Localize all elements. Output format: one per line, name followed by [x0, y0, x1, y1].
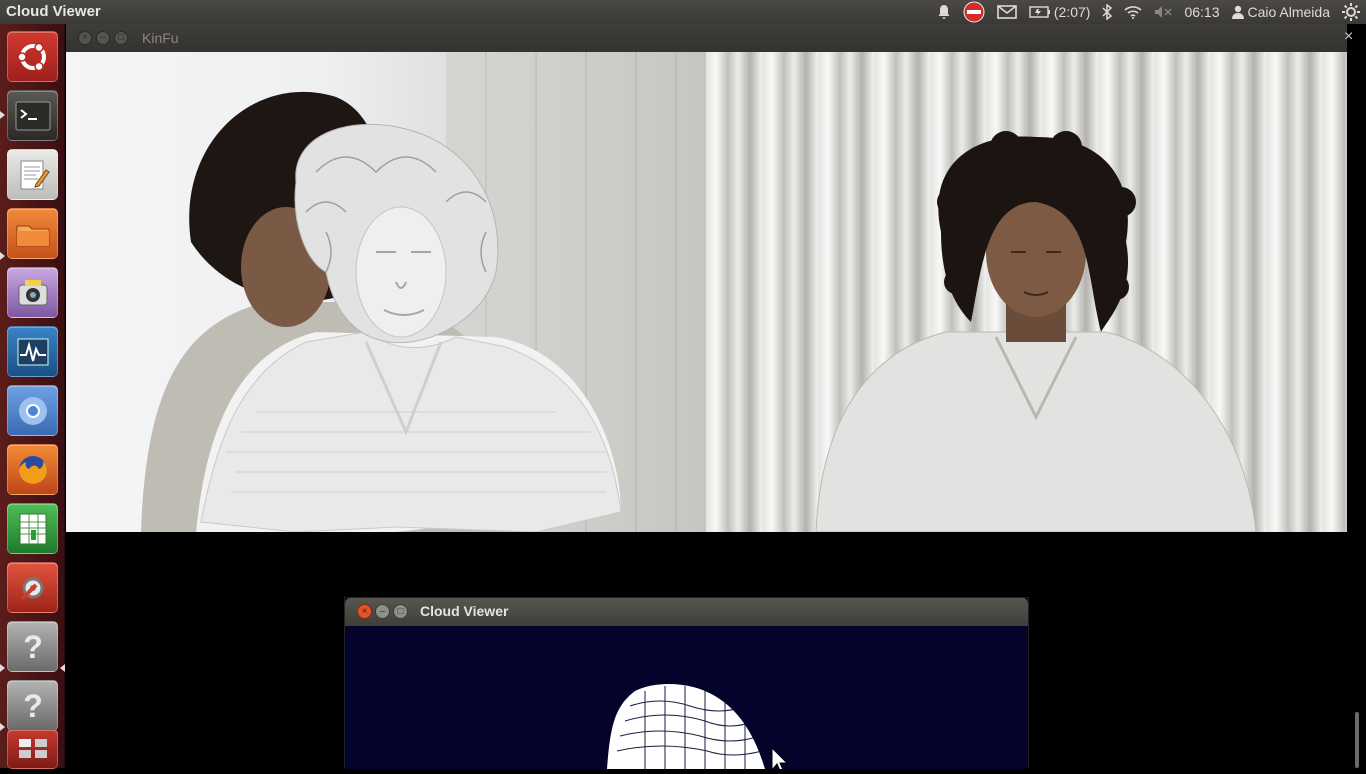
cloud-maximize-button[interactable]: □ [393, 604, 408, 619]
launcher-workspace-switcher[interactable] [7, 729, 58, 769]
kinfu-maximize-button[interactable]: □ [114, 31, 128, 45]
top-panel: Cloud Viewer (2:07) 06:13 Caio Almeida [0, 0, 1366, 24]
indicator-area: (2:07) 06:13 Caio Almeida [931, 0, 1366, 24]
terminal-icon [15, 101, 50, 130]
cloud-viewer-title: Cloud Viewer [420, 603, 509, 619]
mail-icon[interactable] [991, 0, 1023, 24]
launcher-dash-home[interactable] [7, 31, 58, 82]
question-icon: ? [23, 630, 43, 664]
launcher-libreoffice-calc[interactable] [7, 503, 58, 554]
launcher-cheese[interactable] [7, 267, 58, 318]
background-close-icon[interactable]: × [1344, 28, 1353, 46]
launcher-unknown-app-2[interactable]: ? [7, 680, 58, 731]
session-gear-icon[interactable] [1336, 0, 1366, 24]
ubuntu-logo-icon [16, 42, 46, 71]
launcher-chromium[interactable] [7, 385, 58, 436]
text-editor-icon [20, 160, 50, 189]
settings-icon [20, 577, 43, 600]
kinfu-window-title: KinFu [142, 30, 179, 46]
kinfu-scan-view [66, 52, 706, 532]
kinfu-scrollbar[interactable] [1355, 712, 1359, 768]
notification-bell-icon[interactable] [931, 0, 957, 24]
user-menu[interactable]: Caio Almeida [1226, 0, 1337, 24]
launcher-system-monitor[interactable] [7, 326, 58, 377]
wifi-icon[interactable] [1118, 0, 1148, 24]
battery-icon [1029, 6, 1050, 18]
question-icon: ? [23, 689, 43, 723]
battery-indicator[interactable]: (2:07) [1023, 0, 1097, 24]
launcher-firefox[interactable] [7, 444, 58, 495]
active-app-title: Cloud Viewer [6, 3, 101, 20]
scan-scene-image [141, 52, 706, 532]
user-name: Caio Almeida [1247, 4, 1331, 20]
svg-text:?: ? [23, 630, 43, 664]
firefox-icon [18, 455, 47, 484]
chromium-icon [18, 396, 47, 425]
kinfu-close-button[interactable]: × [78, 31, 92, 45]
launcher-files[interactable] [7, 208, 58, 259]
launcher-terminal[interactable] [7, 90, 58, 141]
clock[interactable]: 06:13 [1178, 0, 1225, 24]
launcher-unknown-app-1[interactable]: ? [7, 621, 58, 672]
do-not-disturb-icon[interactable] [957, 0, 991, 24]
volume-muted-icon[interactable] [1148, 0, 1178, 24]
folder-icon [16, 225, 49, 246]
cloud-close-button[interactable]: × [357, 604, 372, 619]
point-cloud-canvas[interactable] [345, 626, 1028, 774]
user-icon [1231, 5, 1244, 19]
bluetooth-icon[interactable] [1096, 0, 1118, 24]
battery-time: (2:07) [1053, 4, 1091, 20]
webcam-icon [18, 279, 47, 305]
rgb-camera-view [706, 52, 1347, 532]
launcher-system-settings[interactable] [7, 562, 58, 613]
camera-feed-image [706, 52, 1347, 532]
launcher-text-editor[interactable] [7, 149, 58, 200]
system-monitor-icon [17, 338, 48, 365]
cloud-minimize-button[interactable]: – [375, 604, 390, 619]
unity-launcher: ? ? [0, 24, 65, 769]
workspace-icon [18, 739, 47, 758]
kinfu-minimize-button[interactable]: – [96, 31, 110, 45]
svg-text:?: ? [23, 689, 43, 723]
spreadsheet-icon [19, 513, 46, 544]
cloud-viewer-titlebar[interactable]: × – □ Cloud Viewer [345, 598, 1028, 626]
mouse-cursor-icon [771, 746, 789, 774]
point-cloud-image [607, 684, 789, 774]
kinfu-titlebar[interactable]: × – □ KinFu [66, 24, 1347, 52]
cloud-viewer-window: × – □ Cloud Viewer [344, 597, 1029, 774]
